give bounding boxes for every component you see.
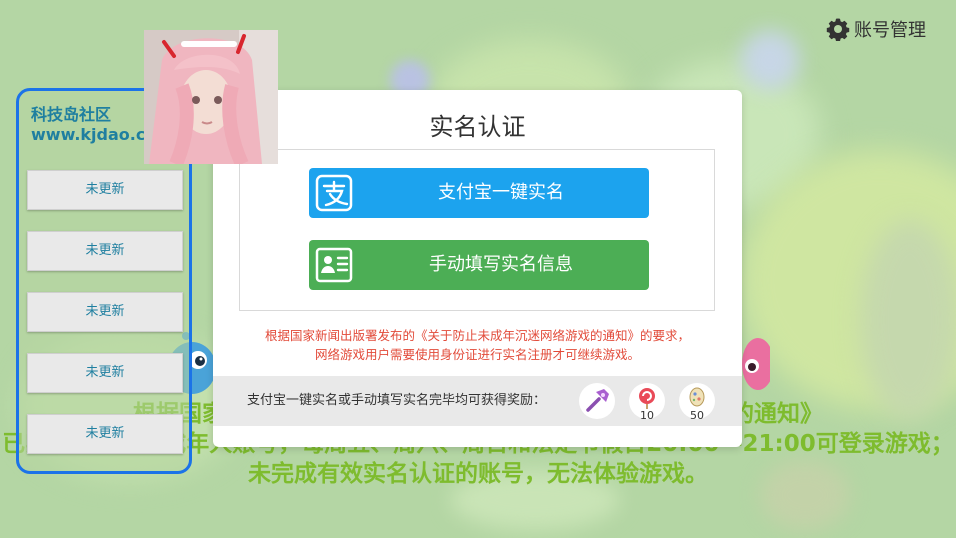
account-management-label: 账号管理 — [854, 20, 926, 41]
site-url: www.kjdao.cc — [31, 125, 155, 144]
side-button-3[interactable]: 未更新 — [27, 292, 183, 332]
side-button-5[interactable]: 未更新 — [27, 414, 183, 454]
auth-options-box: 支付宝一键实名 手动填写实名信息 — [239, 149, 715, 311]
site-name: 科技岛社区 — [31, 105, 112, 124]
manual-auth-label: 手动填写实名信息 — [429, 254, 573, 275]
real-name-auth-dialog: 实名认证 支付宝一键实名 手动填写实名信息 根据国家新闻出版署发布的《关于防止未… — [213, 90, 742, 447]
side-button-4[interactable]: 未更新 — [27, 353, 183, 393]
notice-line-2: 网络游戏用户需要使用身份证进行实名注册才可继续游戏。 — [314, 347, 640, 362]
reward-count: 10 — [640, 409, 654, 422]
side-button-2[interactable]: 未更新 — [27, 231, 183, 271]
gear-icon — [826, 18, 850, 41]
reward-item — [579, 383, 615, 419]
side-panel-title: 科技岛社区 www.kjdao.cc — [31, 105, 155, 145]
hammer-icon — [586, 389, 609, 412]
alipay-auth-label: 支付宝一键实名 — [438, 182, 564, 203]
avatar — [144, 30, 278, 164]
side-button-1[interactable]: 未更新 — [27, 170, 183, 210]
alipay-icon — [315, 174, 353, 212]
regulation-notice: 根据国家新闻出版署发布的《关于防止未成年沉迷网络游戏的通知》的要求， 网络游戏用… — [213, 326, 742, 364]
pink-creature-icon — [742, 338, 770, 390]
reward-item: 10 — [629, 383, 665, 422]
manual-auth-button[interactable]: 手动填写实名信息 — [309, 240, 649, 290]
alipay-auth-button[interactable]: 支付宝一键实名 — [309, 168, 649, 218]
reward-item: 50 — [679, 383, 715, 422]
reward-count: 50 — [690, 409, 704, 422]
dialog-title: 实名认证 — [429, 113, 526, 141]
reward-text: 支付宝一键实名或手动填写实名完毕均可获得奖励： — [247, 393, 547, 408]
notice-line-1: 根据国家新闻出版署发布的《关于防止未成年沉迷网络游戏的通知》的要求， — [264, 328, 690, 343]
account-management-button[interactable]: 账号管理 — [826, 16, 926, 42]
reward-bar: 支付宝一键实名或手动填写实名完毕均可获得奖励： 10 50 — [213, 376, 742, 426]
id-card-icon — [315, 247, 353, 283]
